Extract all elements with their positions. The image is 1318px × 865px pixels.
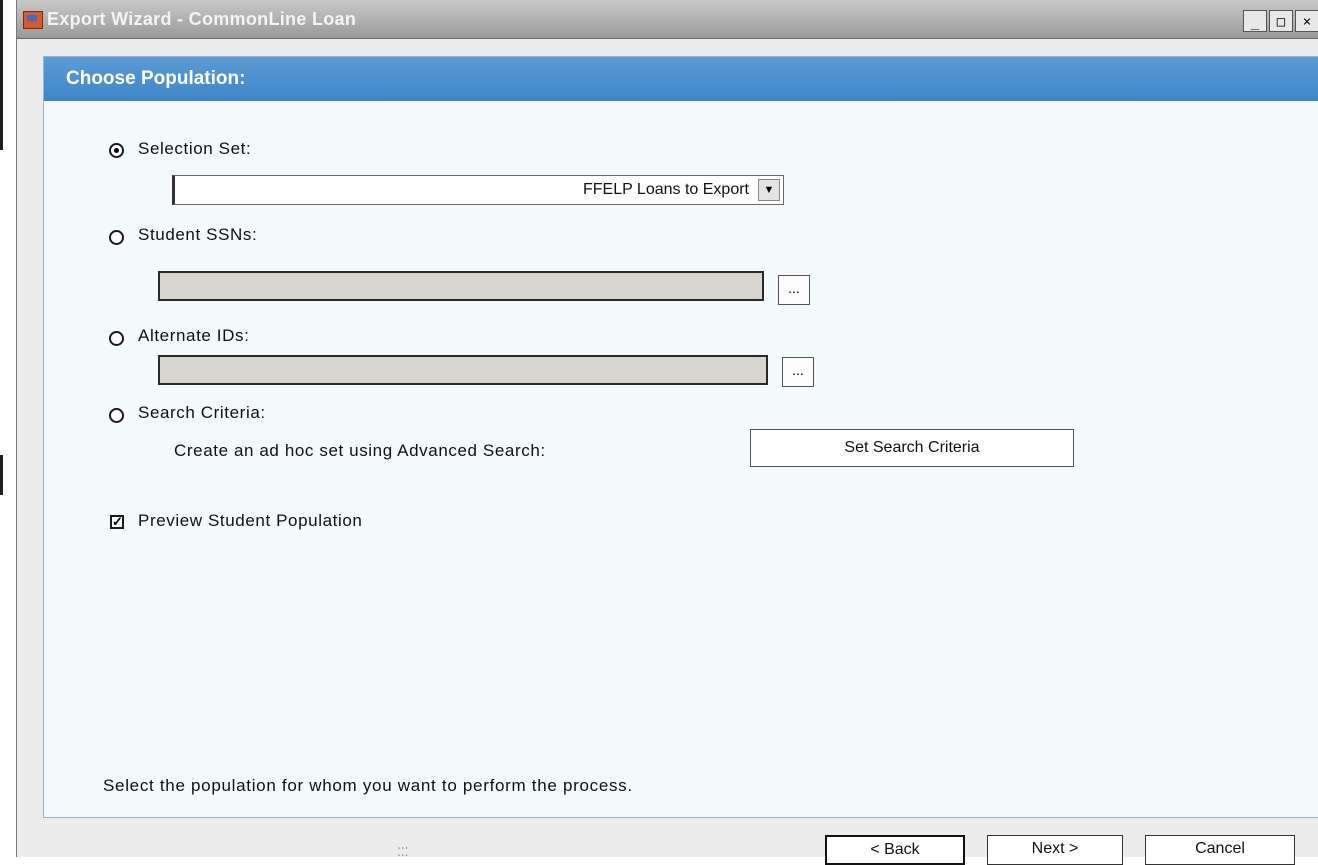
student-ssns-browse-button[interactable]: ... (778, 275, 810, 305)
chevron-down-icon[interactable]: ▼ (758, 179, 780, 201)
search-criteria-description: Create an ad hoc set using Advanced Sear… (174, 441, 546, 460)
maximize-button[interactable]: □ (1269, 10, 1293, 32)
background-edge-mark (0, 0, 3, 150)
selection-set-label: Selection Set: (138, 139, 252, 158)
search-criteria-label: Search Criteria: (138, 403, 266, 422)
student-ssns-label: Student SSNs: (138, 225, 258, 244)
alternate-ids-field[interactable] (158, 355, 768, 385)
student-ssns-field[interactable] (158, 271, 764, 301)
title-bar[interactable]: Export Wizard - CommonLine Loan _ □ × (17, 0, 1318, 39)
page-header: Choose Population: (44, 57, 1318, 101)
close-button[interactable]: × (1295, 10, 1318, 32)
minimize-button[interactable]: _ (1243, 10, 1267, 32)
alternate-ids-label: Alternate IDs: (138, 326, 250, 345)
alternate-ids-browse-button[interactable]: ... (782, 357, 814, 387)
selection-set-dropdown[interactable]: FFELP Loans to Export ▼ (172, 175, 784, 205)
set-search-criteria-button[interactable]: Set Search Criteria (750, 429, 1074, 467)
selection-set-radio[interactable] (109, 143, 124, 158)
app-icon (23, 11, 43, 29)
search-criteria-radio[interactable] (109, 408, 124, 423)
selection-set-value: FFELP Loans to Export (582, 181, 749, 198)
next-button[interactable]: Next > (987, 835, 1123, 865)
back-button[interactable]: < Back (825, 835, 965, 865)
export-wizard-window: Export Wizard - CommonLine Loan _ □ × Choo… (16, 0, 1318, 865)
preview-student-population-label: Preview Student Population (138, 511, 363, 530)
alternate-ids-radio[interactable] (109, 331, 124, 346)
background-edge-mark (0, 455, 3, 495)
student-ssns-radio[interactable] (109, 230, 124, 245)
wizard-content-panel: Choose Population: Selection Set: FFELP … (43, 56, 1318, 818)
window-title: Export Wizard - CommonLine Loan (47, 9, 357, 29)
background-window-edge (0, 0, 12, 857)
preview-student-population-checkbox[interactable]: ✓ (110, 515, 124, 529)
window-controls: _ □ × (1241, 10, 1318, 32)
instruction-text: Select the population for whom you want … (103, 776, 633, 795)
page-title: Choose Population: (66, 68, 246, 89)
cancel-button[interactable]: Cancel (1145, 835, 1295, 865)
